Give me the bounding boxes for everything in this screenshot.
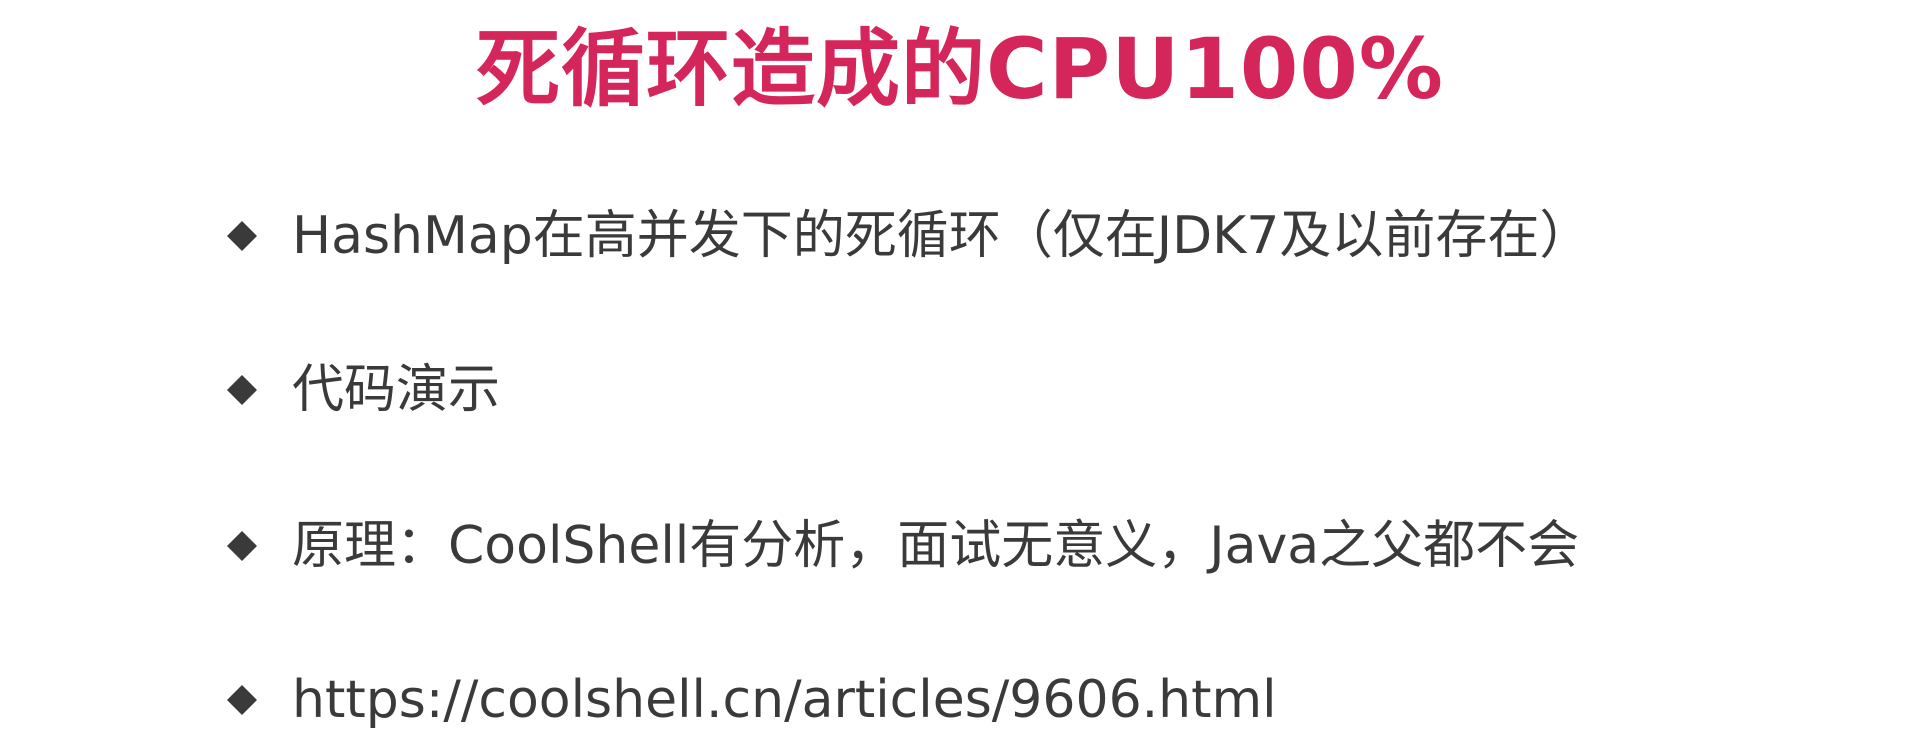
bullet-item: https://coolshell.cn/articles/9606.html xyxy=(226,660,1277,740)
bullet-text: 原理：CoolShell有分析，面试无意义，Java之父都不会 xyxy=(292,516,1580,576)
bullet-link-text: https://coolshell.cn/articles/9606.html xyxy=(292,670,1277,730)
bullet-list: HashMap在高并发下的死循环（仅在JDK7及以前存在） 代码演示 原理：Co… xyxy=(226,0,1786,743)
bullet-item: HashMap在高并发下的死循环（仅在JDK7及以前存在） xyxy=(226,196,1591,276)
diamond-bullet-icon xyxy=(226,374,258,406)
bullet-item: 原理：CoolShell有分析，面试无意义，Java之父都不会 xyxy=(226,506,1579,586)
diamond-bullet-icon xyxy=(226,530,258,562)
slide: 死循环造成的CPU100% HashMap在高并发下的死循环（仅在JDK7及以前… xyxy=(0,0,1920,743)
diamond-bullet-icon xyxy=(226,684,258,716)
bullet-text: HashMap在高并发下的死循环（仅在JDK7及以前存在） xyxy=(292,206,1592,266)
bullet-text: 代码演示 xyxy=(292,360,501,420)
bullet-item: 代码演示 xyxy=(226,350,500,430)
diamond-bullet-icon xyxy=(226,220,258,252)
